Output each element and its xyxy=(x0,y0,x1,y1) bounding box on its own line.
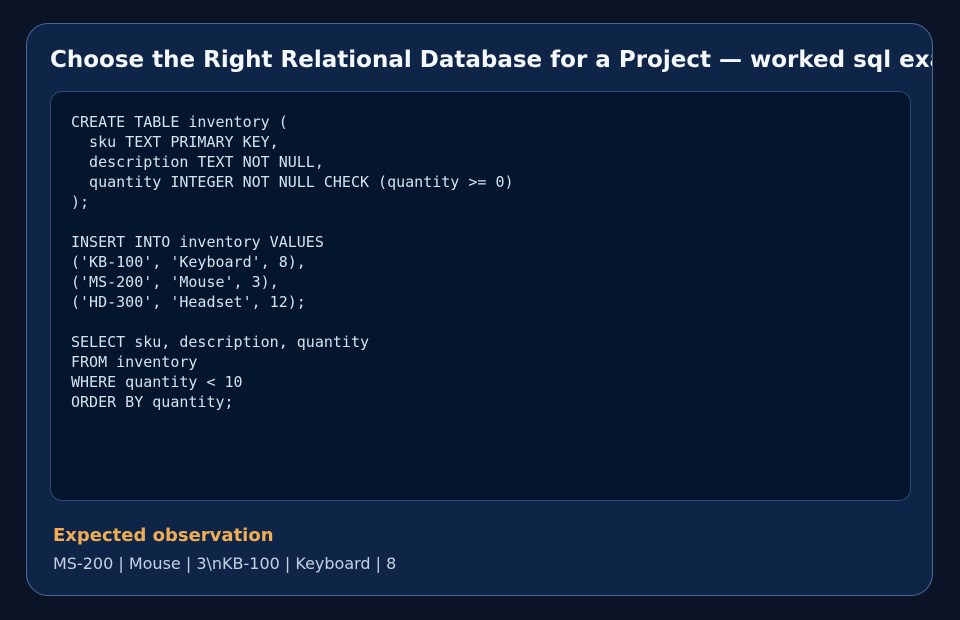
sql-code-block: CREATE TABLE inventory ( sku TEXT PRIMAR… xyxy=(71,113,514,411)
code-panel: CREATE TABLE inventory ( sku TEXT PRIMAR… xyxy=(50,91,911,501)
example-card: Choose the Right Relational Database for… xyxy=(26,23,933,596)
page-title: Choose the Right Relational Database for… xyxy=(50,47,933,73)
expected-observation-heading: Expected observation xyxy=(53,525,274,546)
expected-observation-text: MS-200 | Mouse | 3\nKB-100 | Keyboard | … xyxy=(53,554,397,573)
